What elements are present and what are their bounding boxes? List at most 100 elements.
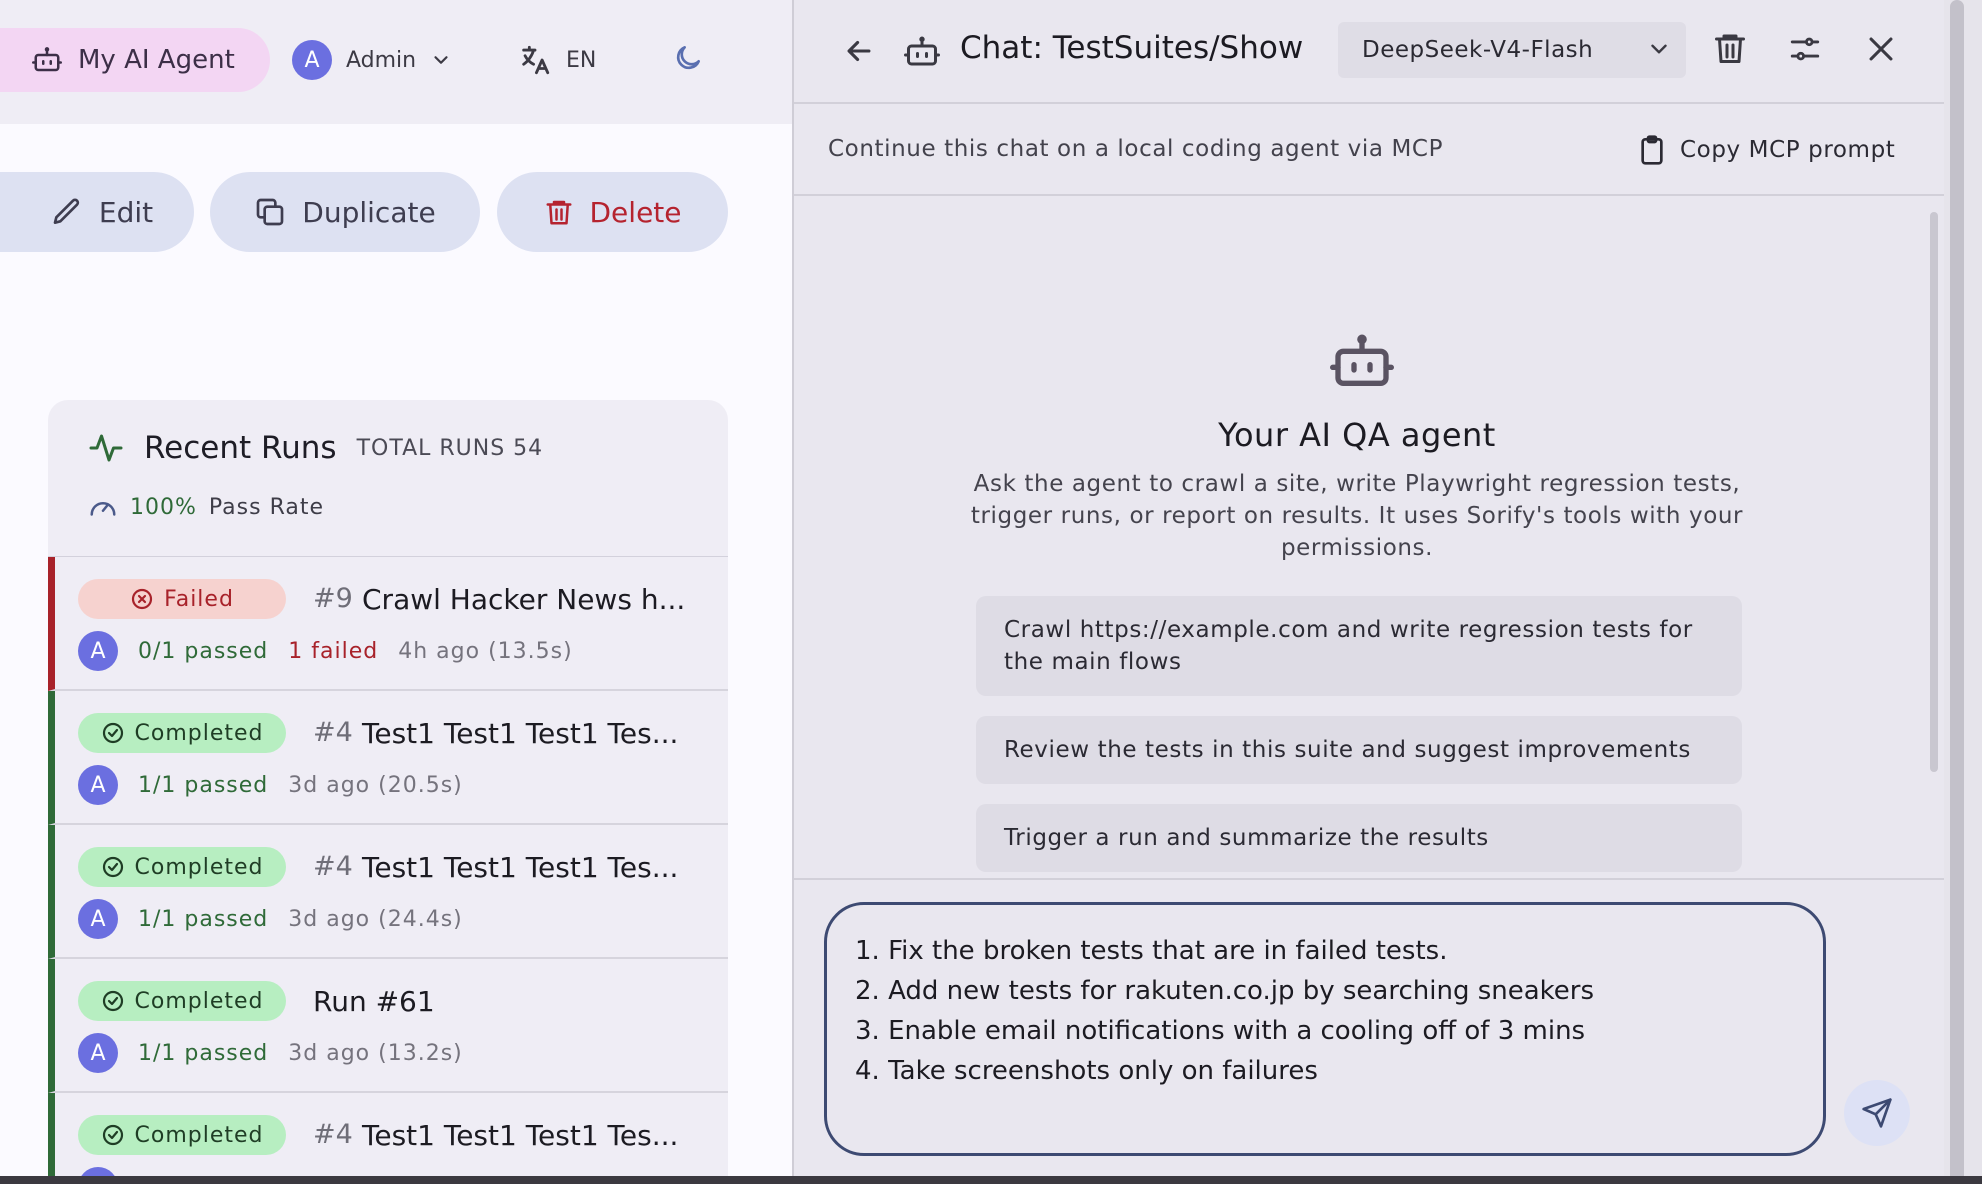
avatar: A	[78, 1033, 118, 1073]
sliders-icon[interactable]	[1788, 32, 1822, 66]
run-name: Test1 Test1 Test1 Tes...	[362, 717, 679, 750]
run-row[interactable]: Failed #9 Crawl Hacker News h... A 0/1 p…	[48, 557, 728, 691]
x-circle-icon	[130, 587, 154, 611]
chat-header: Chat: TestSuites/Show DeepSeek-V4-Flash	[794, 0, 1944, 104]
mcp-text: Continue this chat on a local coding age…	[828, 136, 1444, 162]
copy-icon	[254, 196, 286, 228]
theme-toggle[interactable]	[672, 42, 704, 74]
passed-count: 1/1 passed	[138, 1040, 269, 1066]
suggestion-chip[interactable]: Trigger a run and summarize the results	[976, 804, 1742, 872]
chat-panel: Chat: TestSuites/Show DeepSeek-V4-Flash …	[792, 0, 1944, 1184]
welcome-title: Your AI QA agent	[1218, 416, 1496, 454]
translate-icon	[518, 43, 552, 77]
run-time: 3d ago (20.5s)	[288, 772, 463, 798]
window-scrollbar[interactable]	[1950, 0, 1964, 1184]
check-circle-icon	[101, 989, 125, 1013]
robot-icon	[32, 45, 62, 75]
delete-label: Delete	[589, 195, 682, 229]
status-text: Completed	[134, 720, 264, 746]
run-number: #4	[313, 717, 353, 748]
run-time: 3d ago (24.4s)	[288, 906, 463, 932]
run-row[interactable]: Completed #4 Test1 Test1 Test1 Tes...	[48, 1093, 728, 1184]
avatar: A	[292, 40, 332, 80]
passed-count: 1/1 passed	[138, 772, 269, 798]
status-badge: Completed	[78, 1115, 286, 1155]
failed-count: 1 failed	[288, 638, 379, 664]
pass-rate-value: 100%	[130, 494, 197, 520]
duplicate-button[interactable]: Duplicate	[210, 172, 480, 252]
run-name: Test1 Test1 Test1 Tes...	[362, 1119, 679, 1152]
run-name: Test1 Test1 Test1 Tes...	[362, 851, 679, 884]
top-bar: My AI Agent A Admin EN	[0, 0, 792, 124]
chat-body: Your AI QA agent Ask the agent to crawl …	[794, 196, 1944, 878]
gauge-icon	[88, 492, 118, 522]
message-input[interactable]: 1. Fix the broken tests that are in fail…	[855, 931, 1795, 1131]
language-code: EN	[566, 47, 597, 73]
passed-count: 1/1 passed	[138, 906, 269, 932]
welcome-description: Ask the agent to crawl a site, write Pla…	[970, 471, 1744, 561]
send-button[interactable]	[1844, 1080, 1910, 1146]
recent-runs-title: Recent Runs	[144, 430, 337, 466]
activity-icon	[88, 430, 124, 466]
chevron-down-icon	[430, 49, 452, 71]
suggestion-chip[interactable]: Review the tests in this suite and sugge…	[976, 716, 1742, 784]
copy-mcp-prompt-button[interactable]: Copy MCP prompt	[1636, 134, 1895, 166]
run-time: 4h ago (13.5s)	[398, 638, 573, 664]
status-badge: Failed	[78, 579, 286, 619]
total-runs-label: TOTAL RUNS 54	[356, 435, 544, 461]
chat-composer: 1. Fix the broken tests that are in fail…	[794, 878, 1944, 1184]
bottom-border	[0, 1176, 1982, 1184]
pass-rate-label: Pass Rate	[208, 494, 325, 520]
run-name: Crawl Hacker News h...	[362, 583, 686, 616]
robot-icon	[904, 34, 940, 70]
check-circle-icon	[101, 1123, 125, 1147]
close-icon[interactable]	[1864, 32, 1898, 66]
passed-count: 0/1 passed	[138, 638, 269, 664]
run-row[interactable]: Completed Run #61 A 1/1 passed 3d ago (1…	[48, 959, 728, 1093]
status-text: Completed	[134, 854, 264, 880]
status-badge: Completed	[78, 981, 286, 1021]
check-circle-icon	[101, 855, 125, 879]
message-input-box[interactable]: 1. Fix the broken tests that are in fail…	[824, 902, 1826, 1156]
duplicate-label: Duplicate	[302, 195, 436, 229]
user-menu[interactable]: A Admin	[292, 40, 452, 80]
run-number: #4	[313, 1119, 353, 1150]
chevron-down-icon	[1646, 36, 1672, 62]
robot-icon	[1330, 330, 1394, 394]
status-text: Failed	[164, 586, 234, 612]
run-name: Run #61	[313, 985, 435, 1018]
user-name: Admin	[346, 47, 417, 73]
edit-button[interactable]: Edit	[0, 172, 194, 252]
run-number: #9	[313, 583, 353, 614]
status-badge: Completed	[78, 847, 286, 887]
model-select[interactable]: DeepSeek-V4-Flash	[1338, 22, 1686, 78]
run-number: #4	[313, 851, 353, 882]
run-row[interactable]: Completed #4 Test1 Test1 Test1 Tes... A …	[48, 825, 728, 959]
run-time: 3d ago (13.2s)	[288, 1040, 463, 1066]
copy-mcp-label: Copy MCP prompt	[1680, 137, 1896, 163]
my-ai-agent-button[interactable]: My AI Agent	[0, 28, 270, 92]
agent-label: My AI Agent	[78, 45, 235, 75]
recent-runs-card: Recent Runs TOTAL RUNS 54 100% Pass Rate…	[48, 400, 728, 1184]
avatar: A	[78, 631, 118, 671]
suggestion-chip[interactable]: Crawl https://example.com and write regr…	[976, 596, 1742, 696]
run-row[interactable]: Completed #4 Test1 Test1 Test1 Tes... A …	[48, 691, 728, 825]
moon-icon	[672, 42, 704, 74]
pencil-icon	[51, 196, 83, 228]
chat-title: Chat: TestSuites/Show	[960, 30, 1304, 66]
trash-icon[interactable]	[1712, 30, 1748, 66]
clipboard-icon	[1636, 134, 1668, 166]
language-switcher[interactable]: EN	[518, 40, 596, 80]
edit-label: Edit	[98, 195, 154, 229]
recent-runs-header: Recent Runs TOTAL RUNS 54 100% Pass Rate	[48, 400, 728, 557]
trash-icon	[544, 197, 574, 227]
check-circle-icon	[101, 721, 125, 745]
back-arrow-icon[interactable]	[842, 34, 876, 68]
status-text: Completed	[134, 1122, 264, 1148]
avatar: A	[78, 899, 118, 939]
status-text: Completed	[134, 988, 264, 1014]
avatar: A	[78, 765, 118, 805]
mcp-bar: Continue this chat on a local coding age…	[794, 104, 1944, 196]
chat-scrollbar[interactable]	[1930, 212, 1938, 772]
delete-button[interactable]: Delete	[497, 172, 728, 252]
